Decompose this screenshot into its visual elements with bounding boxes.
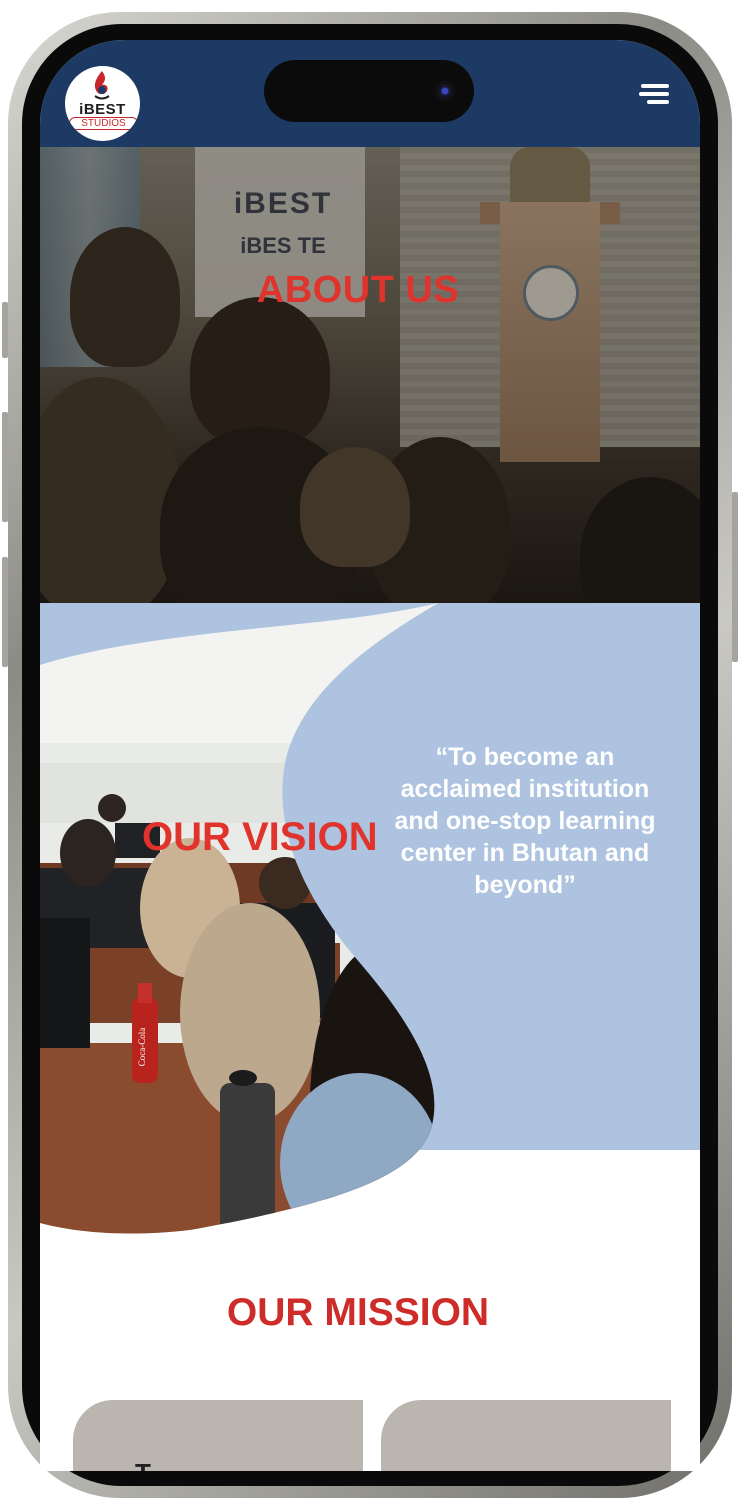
power-button xyxy=(732,492,738,662)
vision-section: Coca-Cola OUR VISION “To become an accla… xyxy=(40,603,700,1243)
action-button xyxy=(2,302,8,358)
ibest-logo[interactable]: iBEST STUDIOS xyxy=(65,66,140,141)
mission-card xyxy=(381,1400,671,1471)
vision-quote: “To become an acclaimed institution and … xyxy=(394,743,656,899)
mission-card: T xyxy=(73,1400,363,1471)
bottle-label: Coca-Cola xyxy=(137,1028,147,1067)
flame-logo-icon xyxy=(94,71,110,100)
about-us-heading: ABOUT US xyxy=(256,269,460,311)
mission-card-text: T xyxy=(135,1458,151,1471)
hamburger-menu-icon[interactable] xyxy=(633,80,669,108)
our-vision-heading: OUR VISION xyxy=(142,815,378,859)
screen: iBEST STUDIOS iBEST iBES TE ABOUT US Coc… xyxy=(40,40,700,1471)
logo-text-studios: STUDIOS xyxy=(69,117,138,130)
front-camera-icon xyxy=(435,81,455,101)
hero-overlay xyxy=(40,147,700,603)
about-hero: iBEST iBES TE ABOUT US xyxy=(40,147,700,603)
volume-up-button xyxy=(2,412,8,522)
logo-text-ibest: iBEST xyxy=(79,101,126,118)
vision-photo-blob: Coca-Cola xyxy=(40,603,438,1234)
dynamic-island xyxy=(264,60,474,122)
our-mission-heading: OUR MISSION xyxy=(226,1291,490,1334)
site-header: iBEST STUDIOS xyxy=(40,40,700,147)
volume-down-button xyxy=(2,557,8,667)
